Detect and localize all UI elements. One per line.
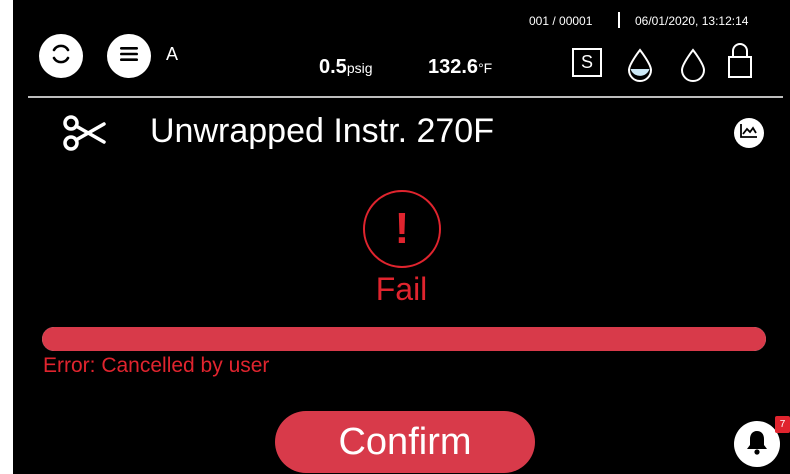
chart-icon bbox=[739, 123, 759, 143]
bell-icon bbox=[745, 429, 769, 459]
cycle-title: Unwrapped Instr. 270F bbox=[150, 112, 494, 150]
header-divider bbox=[28, 96, 783, 98]
confirm-button[interactable]: Confirm bbox=[275, 411, 535, 473]
progress-fill bbox=[42, 327, 766, 351]
pressure-value: 0.5 bbox=[319, 56, 347, 78]
chart-button[interactable] bbox=[734, 118, 764, 148]
refresh-button[interactable] bbox=[39, 34, 83, 78]
menu-button[interactable] bbox=[107, 34, 151, 78]
datetime: 06/01/2020, 13:12:14 bbox=[635, 14, 749, 28]
temperature-readout: 132.6°F bbox=[428, 56, 492, 79]
menu-icon bbox=[118, 45, 140, 67]
pressure-unit: psig bbox=[346, 60, 373, 76]
temperature-value: 132.6 bbox=[428, 56, 479, 78]
mode-indicator: S bbox=[572, 48, 602, 77]
scissors-icon bbox=[61, 113, 107, 157]
error-message: Error: Cancelled by user bbox=[43, 354, 270, 377]
water-drop-icon bbox=[678, 48, 708, 86]
cycle-counter: 001 / 00001 bbox=[529, 14, 593, 28]
notification-badge: 7 bbox=[775, 416, 790, 433]
lock-icon bbox=[725, 40, 755, 84]
temperature-unit: °F bbox=[478, 60, 493, 76]
water-level-icon bbox=[625, 48, 655, 86]
pressure-readout: 0.5psig bbox=[319, 56, 373, 79]
operator-label: A bbox=[166, 44, 179, 64]
notifications-button[interactable] bbox=[734, 421, 780, 467]
alert-icon: ! bbox=[363, 190, 441, 268]
refresh-icon bbox=[47, 40, 75, 72]
autoclave-screen: A 001 / 00001 06/01/2020, 13:12:14 0.5ps… bbox=[13, 0, 790, 474]
status-fail: Fail bbox=[375, 271, 428, 307]
progress-bar bbox=[42, 327, 766, 351]
status-divider bbox=[618, 12, 620, 28]
